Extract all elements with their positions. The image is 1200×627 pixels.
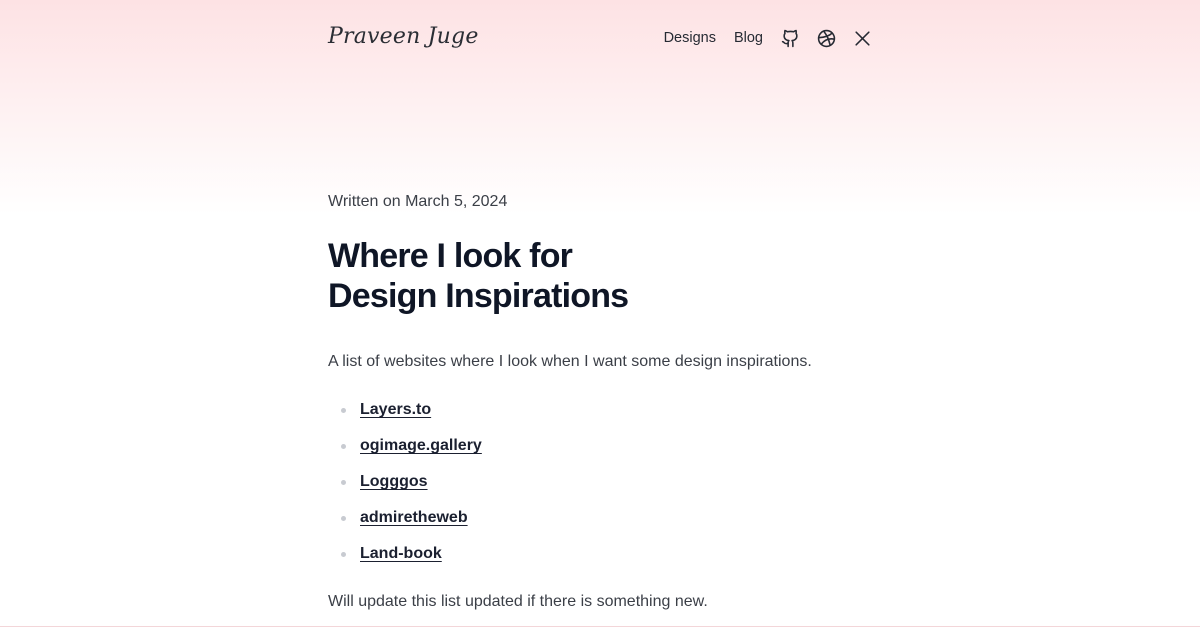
post-intro: A list of websites where I look when I w… — [328, 353, 812, 370]
post-title: Where I look for Design Inspirations — [328, 236, 748, 316]
list-item: Logggos — [328, 470, 482, 506]
nav-blog-link[interactable]: Blog — [734, 26, 763, 50]
link-land-book[interactable]: Land-book — [360, 545, 442, 562]
link-logggos[interactable]: Logggos — [360, 473, 428, 490]
link-ogimage-gallery[interactable]: ogimage.gallery — [360, 437, 482, 454]
dribbble-icon[interactable] — [816, 28, 836, 48]
post-title-line-2: Design Inspirations — [328, 277, 629, 315]
link-layers[interactable]: Layers.to — [360, 401, 431, 418]
list-item: ogimage.gallery — [328, 434, 482, 470]
link-admiretheweb[interactable]: admiretheweb — [360, 509, 468, 526]
post-date: Written on March 5, 2024 — [328, 193, 508, 210]
list-item: Land-book — [328, 542, 482, 578]
inspiration-list: Layers.to ogimage.gallery Logggos admire… — [328, 398, 482, 578]
nav-designs-link[interactable]: Designs — [664, 26, 716, 50]
list-item: Layers.to — [328, 398, 482, 434]
x-icon[interactable] — [852, 28, 872, 48]
post-outro: Will update this list updated if there i… — [328, 593, 708, 610]
post-title-line-1: Where I look for — [328, 237, 573, 275]
page-container: Praveen Juge Designs Blog Written on Mar… — [328, 0, 872, 627]
site-logo[interactable]: Praveen Juge — [328, 22, 479, 52]
github-icon[interactable] — [780, 28, 800, 48]
main-nav: Designs Blog — [664, 26, 872, 50]
site-header: Praveen Juge Designs Blog — [328, 22, 872, 54]
list-item: admiretheweb — [328, 506, 482, 542]
